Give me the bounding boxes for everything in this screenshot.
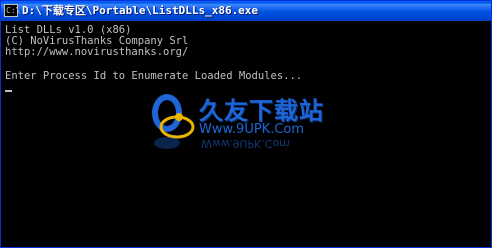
watermark-logo: 久友下载站 Www.9UPK.Com Www.9UPK.Com — [147, 89, 367, 159]
cmd-icon-glyph: C:\ — [6, 6, 21, 15]
watermark-emblem-icon — [152, 94, 195, 149]
watermark-brand: 久友下载站 — [199, 97, 324, 125]
console-window: C:\ D:\下载专区\Portable\ListDLLs_x86.exe Li… — [0, 0, 492, 248]
window-title: D:\下载专区\Portable\ListDLLs_x86.exe — [22, 4, 259, 17]
watermark-url-reflection: Www.9UPK.Com — [201, 137, 290, 150]
title-bar[interactable]: C:\ D:\下载专区\Portable\ListDLLs_x86.exe — [1, 1, 491, 21]
cmd-icon[interactable]: C:\ — [4, 4, 21, 17]
console-line: Enter Process Id to Enumerate Loaded Mod… — [5, 70, 303, 82]
text-cursor — [5, 90, 12, 92]
watermark-url: Www.9UPK.Com — [199, 122, 305, 137]
console-line: http://www.novirusthanks.org/ — [5, 46, 189, 58]
